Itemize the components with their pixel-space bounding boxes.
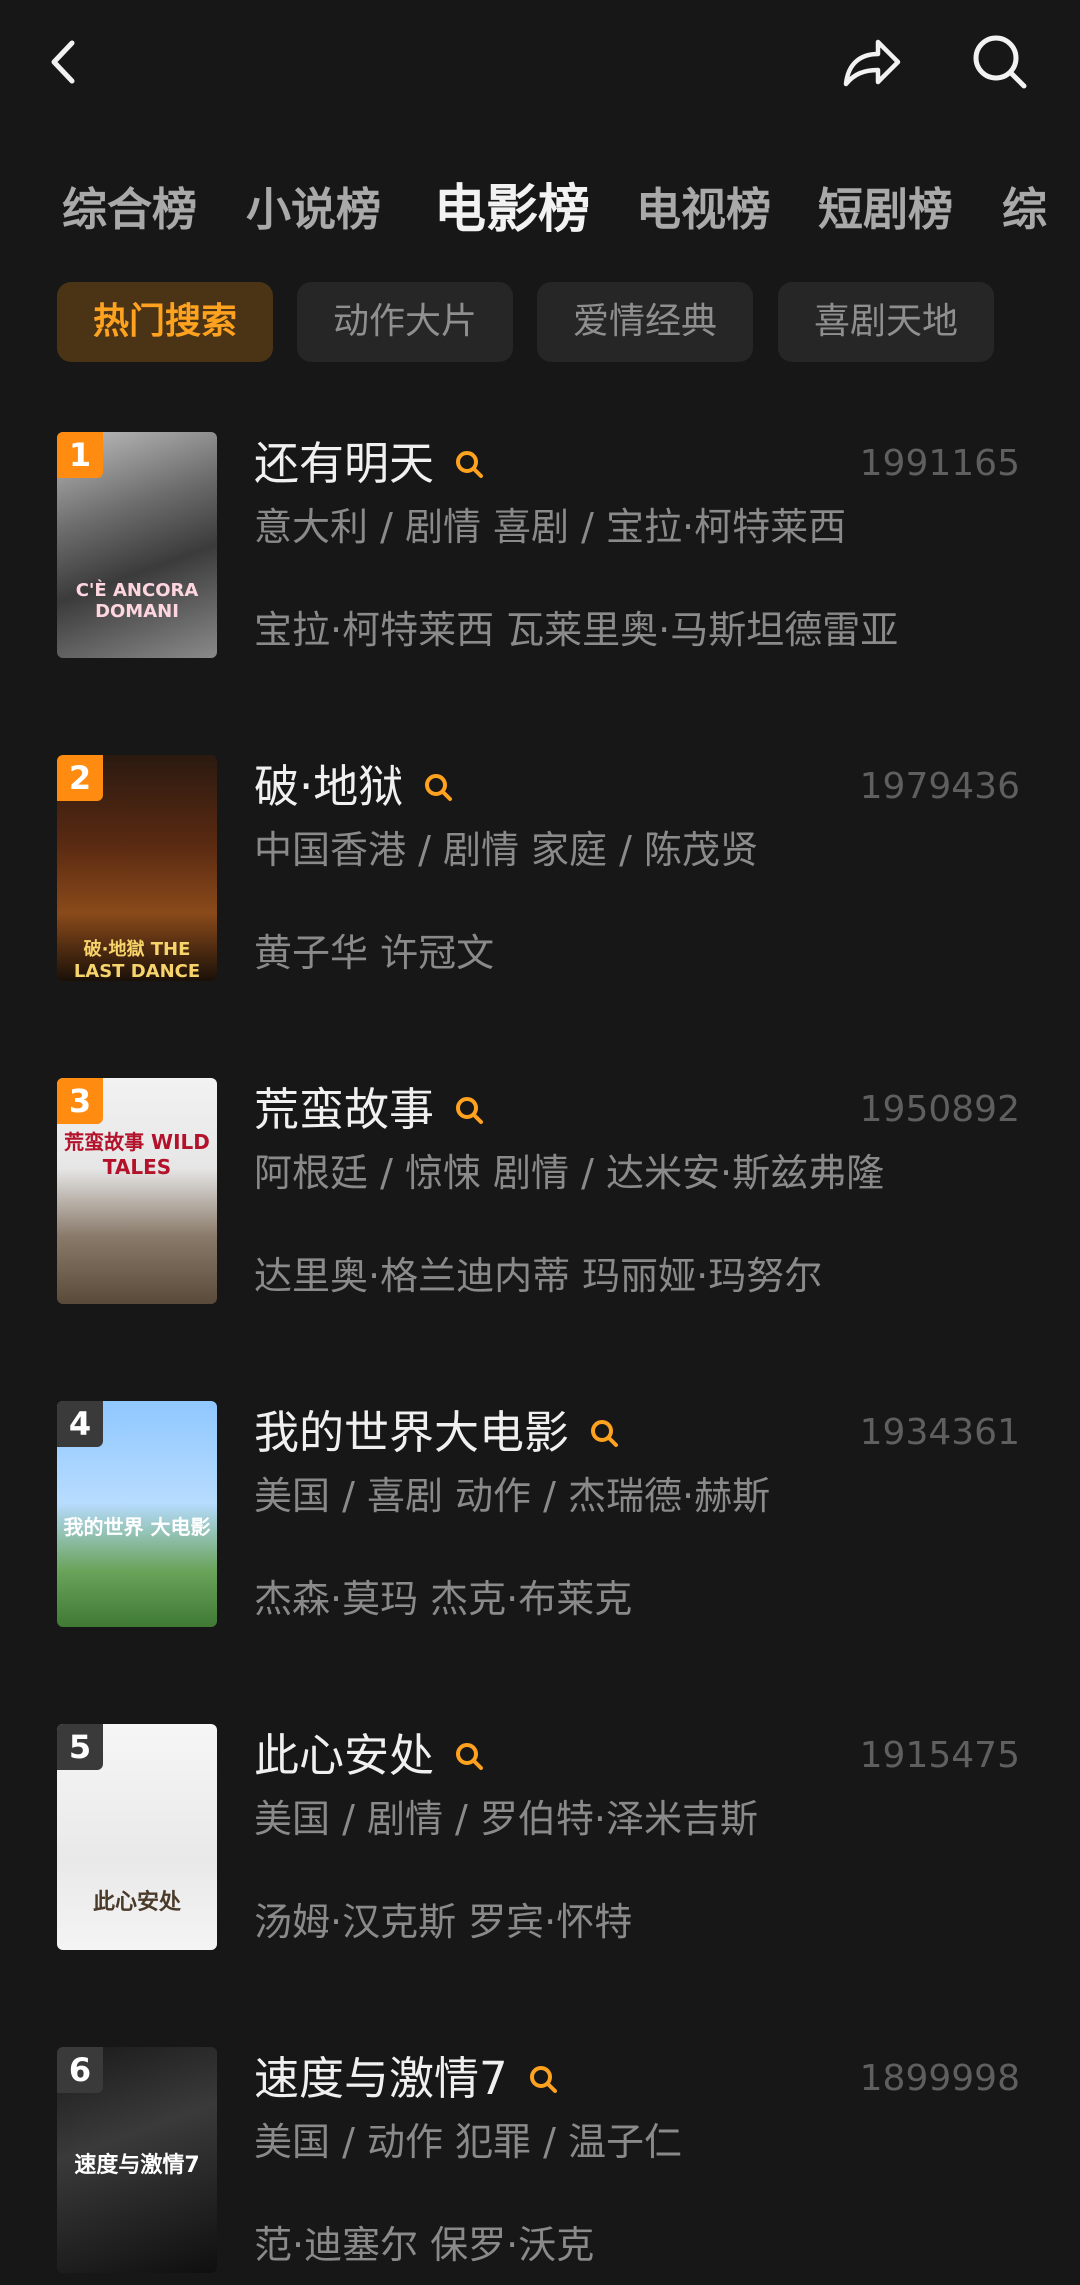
poster-title: 我的世界 大电影 (63, 1515, 211, 1539)
poster-image: 1 C'È ANCORA DOMANI (57, 432, 217, 658)
hot-score: 1950892 (859, 1089, 1020, 1130)
share-button[interactable] (832, 22, 912, 102)
rank-badge: 1 (57, 432, 103, 478)
poster-title: 破·地獄 THE LAST DANCE (73, 939, 201, 981)
movie-meta: 意大利 / 剧情 喜剧 / 宝拉·柯特莱西 (254, 505, 847, 549)
movie-title: 此心安处 (254, 1724, 486, 1788)
chip-action[interactable]: 动作大片 (297, 282, 513, 362)
tab-short-drama[interactable]: 短剧榜 (818, 165, 953, 255)
search-icon[interactable] (452, 1093, 486, 1127)
back-button[interactable] (24, 22, 104, 102)
top-bar (0, 0, 1080, 130)
movie-meta: 阿根廷 / 惊悚 剧情 / 达米安·斯兹弗隆 (254, 1151, 885, 1195)
search-icon[interactable] (526, 2062, 560, 2096)
movie-meta: 美国 / 剧情 / 罗伯特·泽米吉斯 (254, 1797, 759, 1841)
tab-variety-partial[interactable]: 综 (1002, 165, 1047, 255)
list-item[interactable]: 2 破·地獄 THE LAST DANCE 破·地狱 1979436 中国香港 … (0, 755, 1080, 985)
movie-title: 速度与激情7 (254, 2047, 560, 2111)
movie-meta: 中国香港 / 剧情 家庭 / 陈茂贤 (254, 828, 759, 872)
chevron-left-icon (51, 40, 75, 84)
search-icon[interactable] (452, 1739, 486, 1773)
rank-badge: 2 (57, 755, 103, 801)
rank-badge: 6 (57, 2047, 103, 2093)
movie-cast: 黄子华 许冠文 (254, 931, 495, 975)
tab-tv[interactable]: 电视榜 (636, 165, 771, 255)
movie-meta: 美国 / 动作 犯罪 / 温子仁 (254, 2120, 683, 2164)
movie-cast: 达里奥·格兰迪内蒂 玛丽娅·玛努尔 (254, 1254, 823, 1298)
list-item[interactable]: 3 荒蛮故事 WILD TALES 荒蛮故事 1950892 阿根廷 / 惊悚 … (0, 1078, 1080, 1308)
list-item[interactable]: 6 速度与激情7 速度与激情7 1899998 美国 / 动作 犯罪 / 温子仁… (0, 2047, 1080, 2277)
poster-title: 速度与激情7 (74, 2153, 200, 2178)
rank-badge: 3 (57, 1078, 103, 1124)
filter-chips: 热门搜索 动作大片 爱情经典 喜剧天地 (0, 282, 1080, 362)
chip-hot-search[interactable]: 热门搜索 (57, 282, 273, 362)
poster-image: 2 破·地獄 THE LAST DANCE (57, 755, 217, 981)
ranking-tabs: 综合榜 小说榜 电影榜 电视榜 短剧榜 综 (0, 165, 1080, 255)
movie-title: 我的世界大电影 (254, 1401, 621, 1465)
tab-novel[interactable]: 小说榜 (246, 165, 381, 255)
poster-image: 6 速度与激情7 (57, 2047, 217, 2273)
search-icon[interactable] (587, 1416, 621, 1450)
list-item[interactable]: 5 此心安处 此心安处 1915475 美国 / 剧情 / 罗伯特·泽米吉斯 汤… (0, 1724, 1080, 1954)
movie-title: 荒蛮故事 (254, 1078, 486, 1142)
rank-badge: 5 (57, 1724, 103, 1770)
poster-title: C'È ANCORA DOMANI (75, 580, 199, 622)
search-icon[interactable] (421, 770, 455, 804)
share-icon (843, 39, 901, 87)
chip-romance[interactable]: 爱情经典 (537, 282, 753, 362)
movie-meta: 美国 / 喜剧 动作 / 杰瑞德·赫斯 (254, 1474, 771, 1518)
search-button[interactable] (960, 22, 1040, 102)
movie-title: 还有明天 (254, 432, 486, 496)
movie-title: 破·地狱 (254, 755, 455, 819)
hot-score: 1991165 (859, 443, 1020, 484)
list-item[interactable]: 1 C'È ANCORA DOMANI 还有明天 1991165 意大利 / 剧… (0, 432, 1080, 662)
hot-score: 1899998 (859, 2058, 1020, 2099)
movie-cast: 杰森·莫玛 杰克·布莱克 (254, 1577, 633, 1621)
movie-cast: 汤姆·汉克斯 罗宾·怀特 (254, 1900, 633, 1944)
movie-cast: 宝拉·柯特莱西 瓦莱里奥·马斯坦德雷亚 (254, 608, 899, 652)
tab-movie[interactable]: 电影榜 (434, 165, 590, 255)
poster-image: 4 我的世界 大电影 (57, 1401, 217, 1627)
chip-comedy[interactable]: 喜剧天地 (778, 282, 994, 362)
movie-cast: 范·迪塞尔 保罗·沃克 (254, 2223, 595, 2267)
hot-score: 1915475 (859, 1735, 1020, 1776)
tab-comprehensive[interactable]: 综合榜 (62, 165, 197, 255)
search-icon[interactable] (452, 447, 486, 481)
search-icon (973, 35, 1027, 89)
poster-title: 此心安处 (92, 1890, 181, 1915)
hot-score: 1979436 (859, 766, 1020, 807)
poster-title: 荒蛮故事 WILD TALES (64, 1130, 210, 1179)
poster-image: 5 此心安处 (57, 1724, 217, 1950)
poster-image: 3 荒蛮故事 WILD TALES (57, 1078, 217, 1304)
hot-score: 1934361 (859, 1412, 1020, 1453)
list-item[interactable]: 4 我的世界 大电影 我的世界大电影 1934361 美国 / 喜剧 动作 / … (0, 1401, 1080, 1631)
rank-badge: 4 (57, 1401, 103, 1447)
